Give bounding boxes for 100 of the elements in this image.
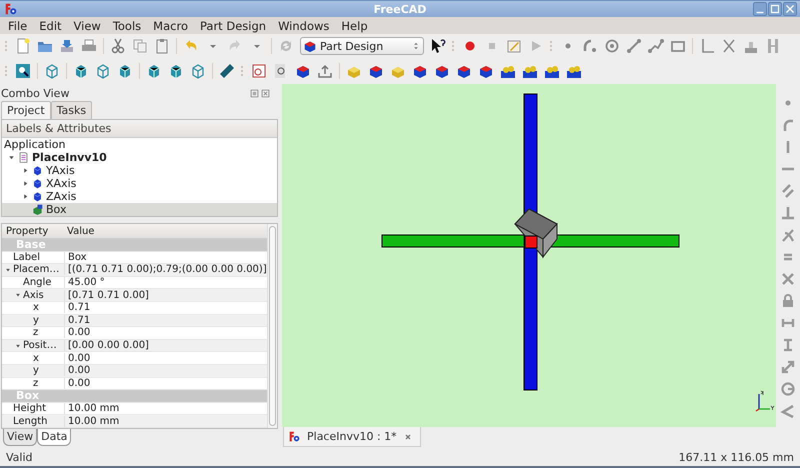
menu-item[interactable]: Tools [106, 18, 148, 32]
cube-icon[interactable] [117, 63, 133, 79]
printer-icon[interactable] [81, 38, 97, 54]
document-tab[interactable]: PlaceInvv10 : 1* [283, 427, 421, 447]
refresh-icon[interactable] [278, 38, 294, 54]
polyline-icon[interactable] [648, 38, 664, 54]
clipboard-icon[interactable] [154, 38, 170, 54]
window-title: FreeCAD [372, 2, 428, 16]
expanded-arrow-icon[interactable] [8, 154, 15, 161]
axes-icon[interactable] [699, 38, 715, 54]
property-name[interactable]: Length [13, 416, 48, 427]
tree-row[interactable]: YAxis [2, 164, 277, 177]
tree-row[interactable]: Box [2, 203, 277, 216]
wireframe-cube-icon[interactable] [190, 63, 206, 79]
block-icon[interactable] [456, 63, 472, 79]
block-icon[interactable] [368, 63, 384, 79]
workbench-dropdown[interactable]: Part Design [300, 37, 424, 55]
cube-icon[interactable] [146, 63, 162, 79]
column-header[interactable]: Value [64, 226, 94, 236]
scissors-icon[interactable] [110, 38, 126, 54]
sketch-icon[interactable] [251, 63, 267, 79]
parallel-lines-icon[interactable] [780, 183, 796, 199]
menu-item[interactable]: View [68, 18, 107, 32]
angle-icon[interactable] [780, 403, 796, 419]
block-icon[interactable] [500, 63, 516, 79]
block-icon[interactable] [544, 63, 560, 79]
radius-icon[interactable] [780, 381, 796, 397]
block-icon[interactable] [412, 63, 428, 79]
ruler-icon[interactable] [219, 63, 235, 79]
bracket-icon[interactable] [765, 38, 781, 54]
expanded-arrow-icon[interactable] [15, 342, 21, 349]
save-icon[interactable] [59, 38, 75, 54]
property-name[interactable]: x [33, 302, 39, 314]
copy-icon[interactable] [132, 38, 148, 54]
magnifier-icon[interactable] [15, 63, 31, 79]
menu-item[interactable]: Part Design [194, 18, 272, 32]
tab[interactable]: Data [37, 429, 72, 446]
block-icon[interactable] [295, 63, 311, 79]
tab[interactable]: Tasks [50, 101, 92, 119]
property-name[interactable]: y [33, 314, 39, 326]
notepad-icon[interactable] [506, 38, 522, 54]
property-name[interactable]: z [33, 378, 38, 389]
3d-viewport[interactable] [282, 84, 776, 427]
rectangle-icon[interactable] [670, 38, 686, 54]
menu-item[interactable]: Help [335, 18, 374, 32]
block-icon[interactable] [434, 63, 450, 79]
horizontal-bar[interactable] [382, 234, 680, 248]
float-icon[interactable] [250, 88, 259, 98]
collapsed-arrow-icon[interactable] [22, 180, 29, 187]
circle-icon[interactable] [604, 38, 620, 54]
property-name[interactable]: Height [13, 403, 46, 414]
symmetric-icon[interactable] [780, 271, 796, 287]
expanded-arrow-icon[interactable] [5, 266, 11, 273]
tab[interactable]: View [3, 429, 38, 446]
block-icon[interactable] [522, 63, 538, 79]
close-icon[interactable] [261, 88, 270, 98]
cube-icon[interactable] [168, 63, 184, 79]
lock-icon[interactable] [780, 293, 796, 309]
square-marker[interactable] [524, 236, 538, 248]
tab[interactable]: Project [1, 101, 51, 119]
new-file-icon[interactable] [15, 38, 31, 54]
status-message: Valid [6, 450, 33, 464]
help-cursor-icon[interactable] [430, 38, 446, 54]
menu-item[interactable]: Edit [33, 18, 68, 32]
minimize-button[interactable] [753, 2, 767, 16]
property-name[interactable]: x [33, 352, 39, 364]
wireframe-cube-icon[interactable] [44, 63, 60, 79]
diagonal-arrow-icon[interactable] [780, 359, 796, 375]
property-name[interactable]: z [33, 327, 38, 338]
column-header[interactable]: Property [2, 226, 64, 236]
cube-icon[interactable] [73, 63, 89, 79]
arc-icon[interactable] [582, 38, 598, 54]
expanded-arrow-icon[interactable] [15, 292, 21, 298]
close-icon[interactable] [404, 432, 412, 440]
cross-icon[interactable] [721, 38, 737, 54]
tree-row[interactable]: XAxis [2, 177, 277, 190]
wireframe-cube-icon[interactable] [95, 63, 111, 79]
property-name[interactable]: Axis [23, 290, 44, 301]
tree-item[interactable]: Application [4, 138, 66, 151]
tree-row[interactable]: PlaceInvv10 [2, 151, 277, 164]
block-icon[interactable] [478, 63, 494, 79]
tangent-icon[interactable] [780, 227, 796, 243]
close-button[interactable] [783, 2, 797, 16]
collapsed-arrow-icon[interactable] [22, 193, 29, 200]
menu-item[interactable]: Macro [147, 18, 194, 32]
line-icon[interactable] [626, 38, 642, 54]
maximize-button[interactable] [768, 2, 782, 16]
property-name[interactable]: Angle [23, 277, 52, 288]
export-icon[interactable] [317, 63, 333, 79]
property-name[interactable]: Placem… [13, 264, 60, 276]
collapsed-arrow-icon[interactable] [22, 167, 29, 174]
menu-item[interactable]: Windows [272, 18, 336, 32]
column-header[interactable]: Labels & Attributes [2, 120, 277, 138]
property-name[interactable]: Label [13, 252, 40, 263]
block-icon[interactable] [566, 63, 582, 79]
tree-row[interactable]: ZAxis [2, 190, 277, 203]
menu-item[interactable]: File [2, 18, 34, 32]
property-name[interactable]: y [33, 365, 39, 376]
perpendicular-icon[interactable] [780, 205, 796, 221]
property-name[interactable]: Posit… [23, 340, 57, 352]
